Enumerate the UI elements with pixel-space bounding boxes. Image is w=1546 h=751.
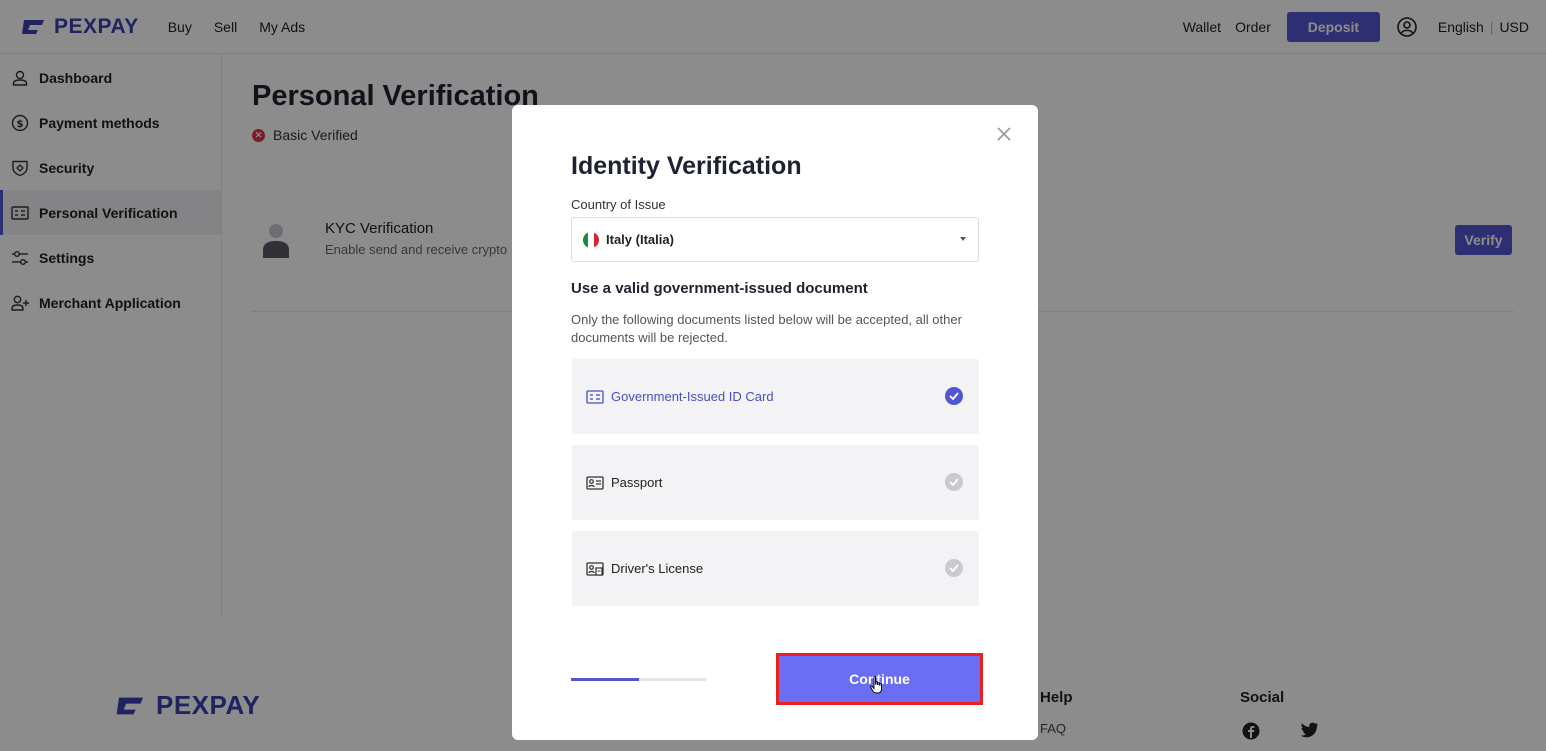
- identity-verification-modal: Identity Verification Country of Issue I…: [512, 105, 1038, 740]
- passport-icon: [586, 475, 604, 490]
- country-label: Country of Issue: [571, 197, 666, 212]
- check-circle-icon: [945, 473, 963, 491]
- option-label: Passport: [611, 475, 663, 490]
- option-label: Government-Issued ID Card: [611, 389, 774, 404]
- step-progress-fill: [571, 678, 639, 681]
- id-card-icon: [586, 389, 604, 404]
- document-heading: Use a valid government-issued document: [571, 280, 868, 297]
- check-circle-icon: [945, 559, 963, 577]
- country-value: Italy (Italia): [606, 232, 674, 247]
- hand-cursor-icon: [870, 676, 882, 694]
- option-passport[interactable]: Passport: [572, 445, 979, 520]
- chevron-down-icon: [960, 237, 966, 241]
- step-progress-bar: [571, 678, 706, 681]
- document-note: Only the following documents listed belo…: [571, 312, 962, 345]
- modal-title: Identity Verification: [571, 152, 802, 180]
- italy-flag-icon: [583, 231, 599, 248]
- close-icon[interactable]: [995, 125, 1013, 143]
- country-select[interactable]: Italy (Italia): [571, 217, 979, 262]
- option-id-card[interactable]: Government-Issued ID Card: [572, 359, 979, 434]
- drivers-license-icon: [586, 561, 604, 576]
- check-circle-icon: [945, 387, 963, 405]
- option-label: Driver's License: [611, 561, 704, 576]
- option-drivers-license[interactable]: Driver's License: [572, 531, 979, 606]
